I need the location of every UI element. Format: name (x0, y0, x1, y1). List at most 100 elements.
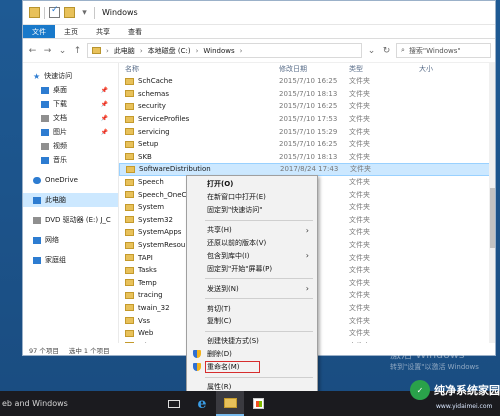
menu-include-library[interactable]: 包含到库中(I) › (187, 249, 317, 262)
folder-icon (125, 329, 134, 337)
pin-icon: 📌 (100, 86, 108, 94)
folder-icon (125, 304, 134, 312)
up-arrow-icon[interactable]: ↑ (72, 45, 83, 56)
menu-create-shortcut[interactable]: 创建快捷方式(S) (187, 335, 317, 348)
submenu-arrow-icon: › (305, 284, 309, 294)
shield-icon (193, 363, 201, 372)
folder-icon (125, 216, 134, 224)
file-row[interactable]: ServiceProfiles 2015/7/10 17:53 文件夹 (119, 113, 495, 126)
menu-rename[interactable]: 重命名(M) (187, 361, 317, 374)
nav-onedrive[interactable]: OneDrive (23, 173, 118, 187)
nav-quick-access[interactable]: ★ 快速访问 (23, 69, 118, 83)
nav-videos[interactable]: 视频 (23, 139, 118, 153)
file-row[interactable]: SoftwareDistribution 2017/8/24 17:43 文件夹 (119, 163, 495, 176)
nav-music[interactable]: 音乐 (23, 153, 118, 167)
menu-open-new-window[interactable]: 在新窗口中打开(E) (187, 191, 317, 204)
tab-view[interactable]: 查看 (119, 25, 151, 38)
tab-file[interactable]: 文件 (23, 25, 55, 38)
file-row[interactable]: SKB 2015/7/10 18:13 文件夹 (119, 151, 495, 164)
menu-pin-start[interactable]: 固定到"开始"屏幕(P) (187, 262, 317, 275)
menu-copy[interactable]: 复制(C) (187, 315, 317, 328)
nav-pictures[interactable]: 图片 📌 (23, 125, 118, 139)
nav-network[interactable]: 网络 (23, 233, 118, 247)
menu-cut[interactable]: 剪切(T) (187, 302, 317, 315)
refresh-icon[interactable]: ↻ (381, 45, 392, 56)
file-type-cell: 文件夹 (349, 329, 370, 338)
pin-icon: 📌 (100, 100, 108, 108)
file-type-cell: 文件夹 (349, 115, 370, 124)
properties-check-icon[interactable] (49, 5, 60, 18)
recent-dropdown-icon[interactable]: ⌄ (57, 45, 68, 56)
file-date-cell: 2015/7/10 18:13 (279, 152, 338, 161)
menu-send-to[interactable]: 发送到(N) › (187, 282, 317, 295)
address-dropdown-icon[interactable]: ⌄ (366, 45, 377, 56)
edge-button[interactable]: e (188, 391, 216, 416)
pictures-icon (41, 128, 49, 136)
menu-delete[interactable]: 删除(D) (187, 348, 317, 361)
folder-icon (92, 47, 101, 54)
file-type-cell: 文件夹 (349, 291, 370, 300)
file-type-cell: 文件夹 (349, 190, 370, 199)
music-icon (41, 156, 49, 164)
search-placeholder: 搜索"Windows" (408, 46, 461, 55)
nav-this-pc[interactable]: 此电脑 (23, 193, 118, 207)
folder-icon (29, 7, 40, 18)
forward-arrow-icon[interactable]: → (42, 45, 53, 56)
taskbar-search-text[interactable]: eb and Windows (0, 399, 160, 408)
file-type-cell: 文件夹 (349, 241, 370, 250)
nav-documents[interactable]: 文档 📌 (23, 111, 118, 125)
scrollbar-thumb[interactable] (490, 188, 495, 248)
breadcrumb-windows[interactable]: Windows (203, 47, 234, 55)
column-header-date[interactable]: 修改日期 (279, 64, 349, 74)
file-row[interactable]: Setup 2015/7/10 16:25 文件夹 (119, 138, 495, 151)
folder-icon (125, 77, 134, 85)
breadcrumb-local-disk[interactable]: 本地磁盘 (C:) (148, 46, 191, 56)
store-button[interactable] (244, 391, 272, 416)
file-type-cell: 文件夹 (349, 203, 370, 212)
folder-icon (125, 317, 134, 325)
folder-icon (125, 228, 134, 236)
file-name-cell: SKB (119, 153, 279, 161)
file-row[interactable]: SchCache 2015/7/10 16:25 文件夹 (119, 75, 495, 88)
column-header-type[interactable]: 类型 (349, 64, 419, 74)
video-icon (41, 142, 49, 150)
file-type-cell: 文件夹 (349, 228, 370, 237)
folder-icon (125, 191, 134, 199)
file-name-cell: servicing (119, 128, 279, 136)
menu-share[interactable]: 共享(H) › (187, 224, 317, 237)
file-date-cell: 2015/7/10 18:13 (279, 89, 338, 98)
vertical-scrollbar[interactable] (489, 63, 495, 343)
desktop-icon (41, 86, 49, 94)
file-row[interactable]: security 2015/7/10 16:25 文件夹 (119, 100, 495, 113)
search-input[interactable]: ⌕ 搜索"Windows" (396, 43, 491, 58)
column-header-size[interactable]: 大小 (419, 64, 469, 74)
nav-dvd-drive[interactable]: DVD 驱动器 (E:) J_C (23, 213, 118, 227)
column-header-name[interactable]: 名称 (119, 64, 279, 74)
window-title: Windows (102, 8, 138, 17)
tab-share[interactable]: 共享 (87, 25, 119, 38)
folder-icon (125, 153, 134, 161)
folder-icon (125, 140, 134, 148)
file-name-cell: SchCache (119, 77, 279, 85)
file-name-cell: Setup (119, 140, 279, 148)
folder-icon (125, 279, 134, 287)
back-arrow-icon[interactable]: ← (27, 45, 38, 56)
nav-desktop[interactable]: 桌面 📌 (23, 83, 118, 97)
address-bar[interactable]: › 此电脑 › 本地磁盘 (C:) › Windows › (87, 43, 362, 58)
new-folder-icon[interactable] (64, 7, 75, 18)
file-explorer-button[interactable] (216, 391, 244, 416)
menu-pin-quick-access[interactable]: 固定到"快速访问" (187, 204, 317, 217)
file-type-cell: 文件夹 (350, 165, 371, 174)
file-type-cell: 文件夹 (349, 178, 370, 187)
tab-home[interactable]: 主页 (55, 25, 87, 38)
menu-open[interactable]: 打开(O) (187, 178, 317, 191)
quick-access-dropdown-icon[interactable]: ▾ (79, 7, 90, 18)
nav-downloads[interactable]: 下载 📌 (23, 97, 118, 111)
file-row[interactable]: servicing 2015/7/10 15:29 文件夹 (119, 125, 495, 138)
site-logo: ✓ 纯净系统家园 (410, 380, 500, 400)
menu-restore-previous[interactable]: 还原以前的版本(V) (187, 237, 317, 250)
file-row[interactable]: schemas 2015/7/10 18:13 文件夹 (119, 88, 495, 101)
nav-homegroup[interactable]: 家庭组 (23, 253, 118, 267)
breadcrumb-this-pc[interactable]: 此电脑 (114, 46, 135, 56)
task-view-button[interactable] (160, 391, 188, 416)
